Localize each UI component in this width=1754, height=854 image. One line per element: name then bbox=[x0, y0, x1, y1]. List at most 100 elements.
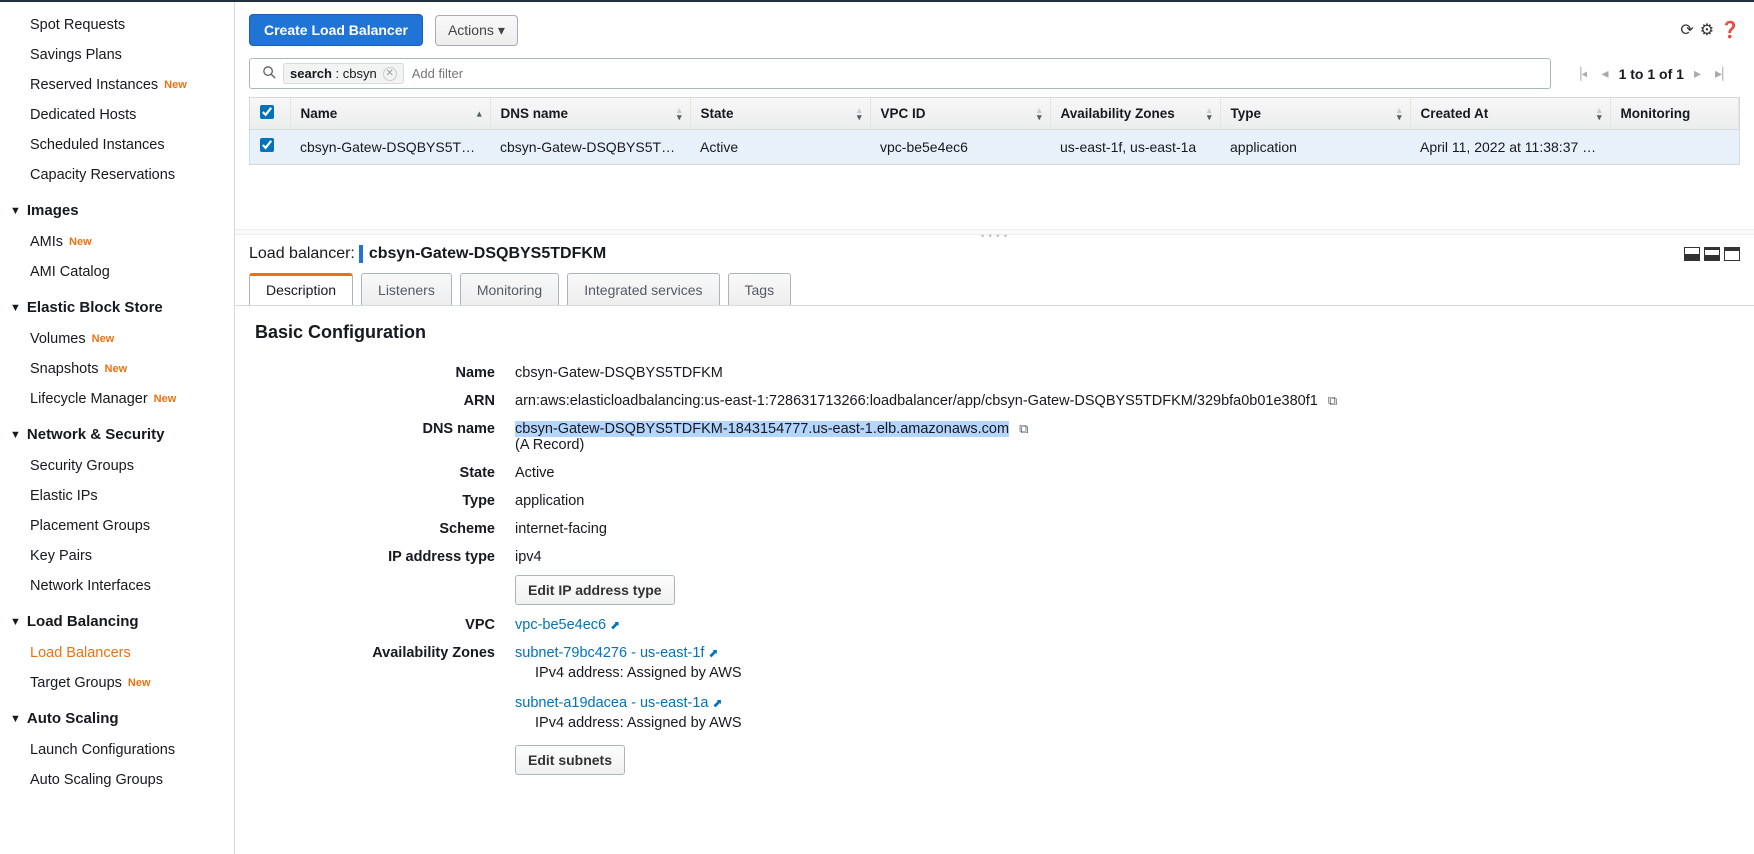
filter-chip[interactable]: search : cbsyn ✕ bbox=[283, 63, 404, 84]
az1-ip-info: IPv4 address: Assigned by AWS bbox=[535, 665, 1734, 681]
sidebar-item[interactable]: Security Groups bbox=[8, 451, 234, 481]
subnet-link-1[interactable]: subnet-79bc4276 - us-east-1f⬈ bbox=[515, 645, 718, 661]
external-link-icon: ⬈ bbox=[610, 618, 620, 632]
actions-label: Actions bbox=[448, 22, 494, 38]
value-scheme: internet-facing bbox=[515, 521, 1734, 537]
layout-full-icon[interactable] bbox=[1724, 247, 1740, 261]
actions-dropdown[interactable]: Actions ▾ bbox=[435, 15, 518, 46]
cell-dns: cbsyn-Gatew-DSQBYS5TDF… bbox=[490, 130, 690, 164]
layout-bottom-icon[interactable] bbox=[1684, 247, 1700, 261]
gear-icon[interactable]: ⚙ bbox=[1700, 20, 1714, 40]
sidebar-item[interactable]: Reserved InstancesNew bbox=[8, 70, 234, 100]
tab-listeners[interactable]: Listeners bbox=[361, 273, 452, 306]
add-filter-input[interactable] bbox=[404, 62, 1544, 85]
remove-filter-icon[interactable]: ✕ bbox=[383, 67, 397, 81]
page-first-icon[interactable]: ⎹◂ bbox=[1563, 65, 1591, 82]
edit-subnets-button[interactable]: Edit subnets bbox=[515, 745, 625, 775]
column-header[interactable]: VPC ID▴▾ bbox=[870, 98, 1050, 130]
table-row[interactable]: cbsyn-Gatew-DSQBYS5TDF… cbsyn-Gatew-DSQB… bbox=[250, 130, 1739, 164]
sidebar-item[interactable]: Auto Scaling Groups bbox=[8, 765, 234, 795]
sidebar-item[interactable]: Lifecycle ManagerNew bbox=[8, 384, 234, 414]
az2-ip-info: IPv4 address: Assigned by AWS bbox=[535, 715, 1734, 731]
sidebar-item[interactable]: Savings Plans bbox=[8, 40, 234, 70]
create-load-balancer-button[interactable]: Create Load Balancer bbox=[249, 14, 423, 46]
subnet-link-2[interactable]: subnet-a19dacea - us-east-1a⬈ bbox=[515, 695, 723, 711]
sort-icon: ▴▾ bbox=[1207, 107, 1212, 121]
sort-icon: ▴ bbox=[477, 110, 482, 117]
value-state: Active bbox=[515, 465, 1734, 481]
sidebar-item[interactable]: Scheduled Instances bbox=[8, 130, 234, 160]
tab-monitoring[interactable]: Monitoring bbox=[460, 273, 559, 306]
sidebar-item[interactable]: Elastic IPs bbox=[8, 481, 234, 511]
copy-arn-icon[interactable]: ⧉ bbox=[1328, 393, 1337, 408]
sidebar-section-header[interactable]: ▼Auto Scaling bbox=[8, 702, 234, 735]
panel-splitter[interactable]: • • • • bbox=[235, 229, 1754, 235]
edit-ip-type-button[interactable]: Edit IP address type bbox=[515, 575, 675, 605]
sidebar-item[interactable]: Placement Groups bbox=[8, 511, 234, 541]
page-label: 1 to 1 of 1 bbox=[1619, 66, 1684, 82]
search-icon bbox=[262, 65, 277, 83]
row-checkbox[interactable] bbox=[260, 138, 274, 152]
external-link-icon: ⬈ bbox=[708, 646, 718, 660]
column-header[interactable]: DNS name▴▾ bbox=[490, 98, 690, 130]
vpc-link[interactable]: vpc-be5e4ec6⬈ bbox=[515, 617, 620, 633]
filter-box[interactable]: search : cbsyn ✕ bbox=[249, 58, 1551, 89]
sidebar-section-header[interactable]: ▼Load Balancing bbox=[8, 605, 234, 638]
toolbar: Create Load Balancer Actions ▾ ⟳ ⚙ ❓ bbox=[235, 2, 1754, 58]
column-header[interactable]: Type▴▾ bbox=[1220, 98, 1410, 130]
column-header[interactable]: Availability Zones▴▾ bbox=[1050, 98, 1220, 130]
external-link-icon: ⬈ bbox=[712, 696, 722, 710]
column-header[interactable]: Monitoring bbox=[1610, 98, 1739, 130]
chip-key: search bbox=[290, 66, 332, 81]
sidebar-item[interactable]: AMIsNew bbox=[8, 227, 234, 257]
refresh-icon[interactable]: ⟳ bbox=[1680, 20, 1693, 40]
layout-split-icon[interactable] bbox=[1704, 247, 1720, 261]
help-icon[interactable]: ❓ bbox=[1720, 20, 1740, 40]
cell-type: application bbox=[1220, 130, 1410, 164]
tab-description[interactable]: Description bbox=[249, 273, 353, 306]
sidebar-item[interactable]: Spot Requests bbox=[8, 10, 234, 40]
new-badge: New bbox=[105, 363, 128, 375]
sidebar-item[interactable]: Load Balancers bbox=[8, 638, 234, 668]
new-badge: New bbox=[128, 677, 151, 689]
sidebar-item[interactable]: Launch Configurations bbox=[8, 735, 234, 765]
sidebar-item[interactable]: Capacity Reservations bbox=[8, 160, 234, 190]
collapse-icon: ▼ bbox=[10, 616, 21, 628]
sidebar-item[interactable]: AMI Catalog bbox=[8, 257, 234, 287]
value-dns: cbsyn-Gatew-DSQBYS5TDFKM-1843154777.us-e… bbox=[515, 421, 1009, 437]
sidebar-item[interactable]: VolumesNew bbox=[8, 324, 234, 354]
sidebar-section-header[interactable]: ▼Network & Security bbox=[8, 418, 234, 451]
cell-az: us-east-1f, us-east-1a bbox=[1050, 130, 1220, 164]
collapse-icon: ▼ bbox=[10, 429, 21, 441]
sidebar-item[interactable]: Dedicated Hosts bbox=[8, 100, 234, 130]
sidebar-section-header[interactable]: ▼Elastic Block Store bbox=[8, 291, 234, 324]
sidebar-item[interactable]: Target GroupsNew bbox=[8, 668, 234, 698]
sort-icon: ▴▾ bbox=[1397, 107, 1402, 121]
description-panel: Basic Configuration Name cbsyn-Gatew-DSQ… bbox=[235, 306, 1754, 854]
collapse-icon: ▼ bbox=[10, 205, 21, 217]
load-balancers-table: Name▴DNS name▴▾State▴▾VPC ID▴▾Availabili… bbox=[249, 97, 1740, 165]
label-arn: ARN bbox=[255, 393, 515, 409]
sort-icon: ▴▾ bbox=[1037, 107, 1042, 121]
page-next-icon[interactable]: ▸ bbox=[1690, 65, 1705, 82]
copy-dns-icon[interactable]: ⧉ bbox=[1019, 421, 1028, 436]
column-header[interactable]: Name▴ bbox=[290, 98, 490, 130]
detail-header-label: Load balancer: bbox=[249, 245, 355, 263]
page-prev-icon[interactable]: ◂ bbox=[1598, 65, 1613, 82]
cell-created: April 11, 2022 at 11:38:37 P… bbox=[1410, 130, 1610, 164]
sidebar-item[interactable]: Key Pairs bbox=[8, 541, 234, 571]
sidebar: Spot RequestsSavings PlansReserved Insta… bbox=[0, 2, 235, 854]
sort-icon: ▴▾ bbox=[1597, 107, 1602, 121]
column-header[interactable]: State▴▾ bbox=[690, 98, 870, 130]
tab-tags[interactable]: Tags bbox=[728, 273, 792, 306]
sidebar-section-header[interactable]: ▼Images bbox=[8, 194, 234, 227]
page-last-icon[interactable]: ▸⎸ bbox=[1711, 65, 1740, 82]
tab-integrated-services[interactable]: Integrated services bbox=[567, 273, 719, 306]
sidebar-item[interactable]: SnapshotsNew bbox=[8, 354, 234, 384]
label-name: Name bbox=[255, 365, 515, 381]
chevron-down-icon: ▾ bbox=[498, 22, 505, 39]
select-all-checkbox[interactable] bbox=[260, 105, 274, 119]
section-title: Basic Configuration bbox=[255, 322, 1734, 343]
sidebar-item[interactable]: Network Interfaces bbox=[8, 571, 234, 601]
column-header[interactable]: Created At▴▾ bbox=[1410, 98, 1610, 130]
